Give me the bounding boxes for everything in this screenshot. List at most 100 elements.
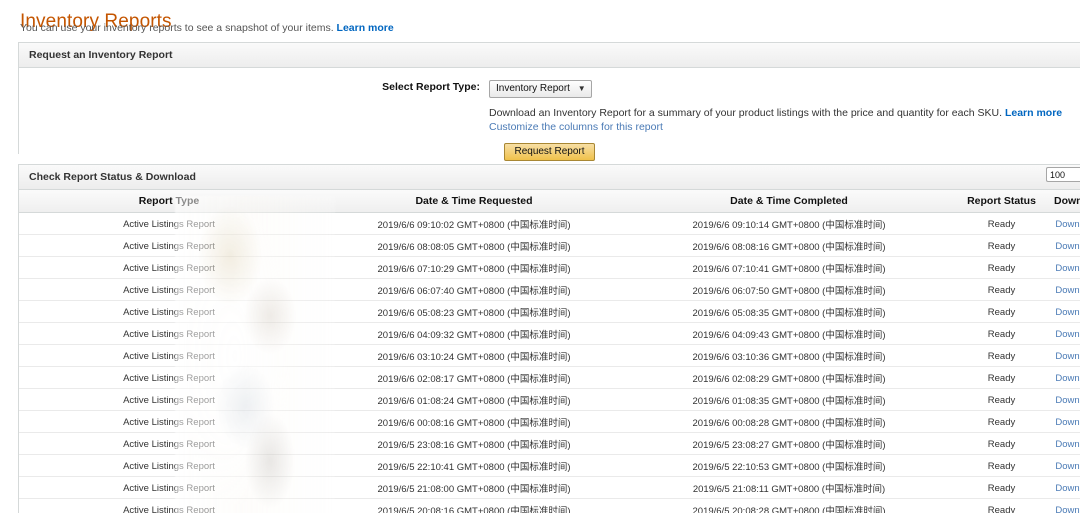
report-description-text: Download an Inventory Report for a summa… <box>489 107 1002 119</box>
cell-date-requested: 2019/6/6 03:10:24 GMT+0800 (中国标准时间) <box>319 345 629 367</box>
cell-date-completed: 2019/6/6 00:08:28 GMT+0800 (中国标准时间) <box>629 411 949 433</box>
cell-report-type: Active Listings Report <box>19 213 319 235</box>
rows-per-page-input[interactable] <box>1046 167 1080 182</box>
cell-date-completed: 2019/6/6 09:10:14 GMT+0800 (中国标准时间) <box>629 213 949 235</box>
cell-date-completed: 2019/6/6 03:10:36 GMT+0800 (中国标准时间) <box>629 345 949 367</box>
cell-download: Download <box>1054 411 1080 433</box>
customize-columns-link[interactable]: Customize the columns for this report <box>489 121 663 133</box>
column-header-download[interactable]: Download <box>1054 190 1080 213</box>
reports-table: Report Type Date & Time Requested Date &… <box>19 190 1080 513</box>
download-link[interactable]: Download <box>1055 505 1080 513</box>
cell-report-status: Ready <box>949 433 1054 455</box>
cell-download: Download <box>1054 301 1080 323</box>
cell-date-completed: 2019/6/5 23:08:27 GMT+0800 (中国标准时间) <box>629 433 949 455</box>
table-row: Active Listings Report2019/6/5 21:08:00 … <box>19 477 1080 499</box>
status-panel-body: Report Type Date & Time Requested Date &… <box>19 190 1080 513</box>
cell-report-type: Active Listings Report <box>19 257 319 279</box>
cell-date-requested: 2019/6/6 01:08:24 GMT+0800 (中国标准时间) <box>319 389 629 411</box>
table-row: Active Listings Report2019/6/5 22:10:41 … <box>19 455 1080 477</box>
request-panel-body: Select Report Type: Inventory Report ▼ D… <box>19 68 1080 161</box>
cell-download: Download <box>1054 257 1080 279</box>
column-header-report-status[interactable]: Report Status <box>949 190 1054 213</box>
cell-date-completed: 2019/6/5 22:10:53 GMT+0800 (中国标准时间) <box>629 455 949 477</box>
page-subtitle-text: You can use your inventory reports to se… <box>20 22 334 34</box>
cell-report-type: Active Listings Report <box>19 477 319 499</box>
cell-download: Download <box>1054 213 1080 235</box>
cell-date-requested: 2019/6/6 07:10:29 GMT+0800 (中国标准时间) <box>319 257 629 279</box>
cell-date-requested: 2019/6/6 02:08:17 GMT+0800 (中国标准时间) <box>319 367 629 389</box>
cell-report-type: Active Listings Report <box>19 389 319 411</box>
download-link[interactable]: Download <box>1055 263 1080 274</box>
cell-date-completed: 2019/6/5 21:08:11 GMT+0800 (中国标准时间) <box>629 477 949 499</box>
cell-date-completed: 2019/6/6 06:07:50 GMT+0800 (中国标准时间) <box>629 279 949 301</box>
cell-report-status: Ready <box>949 257 1054 279</box>
table-row: Active Listings Report2019/6/6 02:08:17 … <box>19 367 1080 389</box>
table-row: Active Listings Report2019/6/6 03:10:24 … <box>19 345 1080 367</box>
request-report-button[interactable]: Request Report <box>504 143 594 161</box>
table-row: Active Listings Report2019/6/6 09:10:02 … <box>19 213 1080 235</box>
column-header-report-type[interactable]: Report Type <box>19 190 319 213</box>
column-header-date-requested[interactable]: Date & Time Requested <box>319 190 629 213</box>
download-link[interactable]: Download <box>1055 285 1080 296</box>
table-row: Active Listings Report2019/6/6 00:08:16 … <box>19 411 1080 433</box>
report-learn-more-link[interactable]: Learn more <box>1005 107 1062 119</box>
table-row: Active Listings Report2019/6/6 07:10:29 … <box>19 257 1080 279</box>
cell-report-status: Ready <box>949 367 1054 389</box>
cell-report-status: Ready <box>949 345 1054 367</box>
report-type-field: Inventory Report ▼ Download an Inventory… <box>489 78 1080 134</box>
cell-download: Download <box>1054 279 1080 301</box>
download-link[interactable]: Download <box>1055 439 1080 450</box>
download-link[interactable]: Download <box>1055 483 1080 494</box>
cell-date-completed: 2019/6/6 08:08:16 GMT+0800 (中国标准时间) <box>629 235 949 257</box>
cell-download: Download <box>1054 323 1080 345</box>
cell-report-status: Ready <box>949 411 1054 433</box>
request-button-row: Request Report <box>19 134 1080 161</box>
chevron-down-icon: ▼ <box>578 84 586 93</box>
cell-date-requested: 2019/6/5 21:08:00 GMT+0800 (中国标准时间) <box>319 477 629 499</box>
cell-report-status: Ready <box>949 455 1054 477</box>
download-link[interactable]: Download <box>1055 417 1080 428</box>
cell-date-requested: 2019/6/6 06:07:40 GMT+0800 (中国标准时间) <box>319 279 629 301</box>
request-report-panel: Request an Inventory Report Select Repor… <box>18 42 1080 154</box>
cell-date-requested: 2019/6/6 00:08:16 GMT+0800 (中国标准时间) <box>319 411 629 433</box>
cell-download: Download <box>1054 389 1080 411</box>
request-panel-heading: Request an Inventory Report <box>19 43 1080 68</box>
cell-report-type: Active Listings Report <box>19 345 319 367</box>
cell-date-requested: 2019/6/6 09:10:02 GMT+0800 (中国标准时间) <box>319 213 629 235</box>
column-header-date-completed[interactable]: Date & Time Completed <box>629 190 949 213</box>
report-type-label: Select Report Type: <box>19 78 489 93</box>
download-link[interactable]: Download <box>1055 219 1080 230</box>
cell-report-status: Ready <box>949 499 1054 513</box>
download-link[interactable]: Download <box>1055 307 1080 318</box>
cell-date-completed: 2019/6/6 01:08:35 GMT+0800 (中国标准时间) <box>629 389 949 411</box>
download-link[interactable]: Download <box>1055 373 1080 384</box>
report-type-select-value: Inventory Report <box>496 83 570 94</box>
reports-table-body: Active Listings Report2019/6/6 09:10:02 … <box>19 213 1080 513</box>
cell-download: Download <box>1054 477 1080 499</box>
download-link[interactable]: Download <box>1055 351 1080 362</box>
download-link[interactable]: Download <box>1055 241 1080 252</box>
download-link[interactable]: Download <box>1055 395 1080 406</box>
cell-date-requested: 2019/6/6 08:08:05 GMT+0800 (中国标准时间) <box>319 235 629 257</box>
cell-report-type: Active Listings Report <box>19 433 319 455</box>
cell-report-type: Active Listings Report <box>19 323 319 345</box>
cell-download: Download <box>1054 455 1080 477</box>
cell-report-status: Ready <box>949 477 1054 499</box>
report-status-panel: Check Report Status & Download Report Ty… <box>18 164 1080 513</box>
cell-report-type: Active Listings Report <box>19 367 319 389</box>
table-header-row: Report Type Date & Time Requested Date &… <box>19 190 1080 213</box>
table-row: Active Listings Report2019/6/5 23:08:16 … <box>19 433 1080 455</box>
header-learn-more-link[interactable]: Learn more <box>337 22 394 34</box>
cell-report-type: Active Listings Report <box>19 301 319 323</box>
cell-date-completed: 2019/6/6 02:08:29 GMT+0800 (中国标准时间) <box>629 367 949 389</box>
cell-date-completed: 2019/6/6 05:08:35 GMT+0800 (中国标准时间) <box>629 301 949 323</box>
report-type-select[interactable]: Inventory Report ▼ <box>489 80 592 98</box>
table-row: Active Listings Report2019/6/6 04:09:32 … <box>19 323 1080 345</box>
download-link[interactable]: Download <box>1055 461 1080 472</box>
status-panel-heading-bar: Check Report Status & Download <box>19 165 1080 190</box>
status-panel-heading: Check Report Status & Download <box>29 171 196 183</box>
cell-date-requested: 2019/6/5 20:08:16 GMT+0800 (中国标准时间) <box>319 499 629 513</box>
download-link[interactable]: Download <box>1055 329 1080 340</box>
cell-report-status: Ready <box>949 235 1054 257</box>
table-row: Active Listings Report2019/6/6 01:08:24 … <box>19 389 1080 411</box>
